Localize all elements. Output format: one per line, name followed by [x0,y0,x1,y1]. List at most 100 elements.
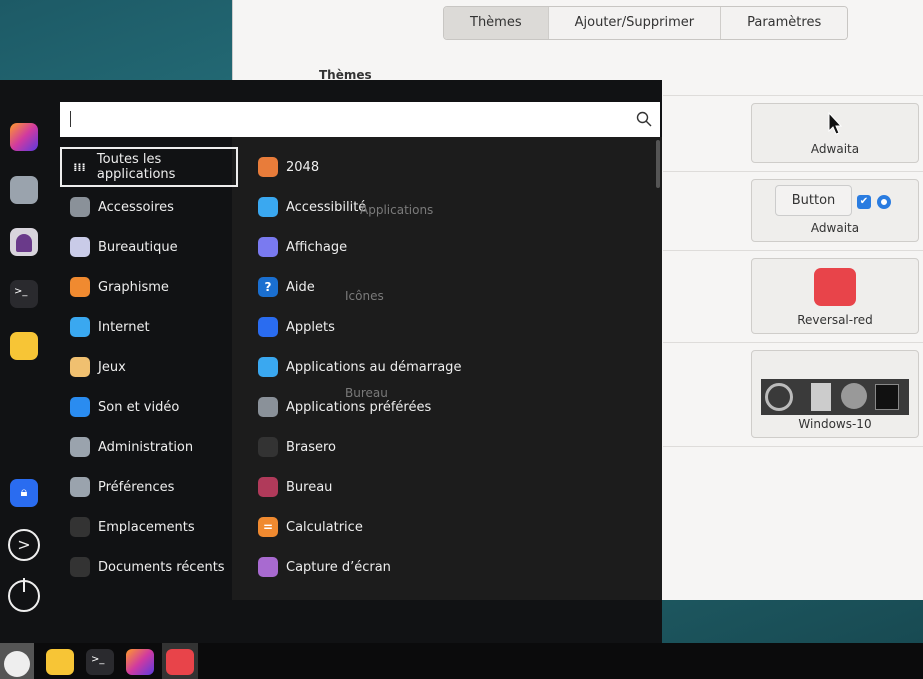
mouse-pointer-theme-card[interactable]: Adwaita [751,103,919,163]
sample-button: Button [775,185,852,216]
desktop-preview-icon [761,379,909,415]
category-item[interactable]: Administration [60,427,238,467]
app-label: Calculatrice [286,519,363,535]
category-icon [70,237,90,257]
app-label: Applets [286,319,335,335]
icons-theme-card[interactable]: Reversal-red [751,258,919,334]
app-item[interactable]: Brasero [258,427,336,467]
card-label: Adwaita [810,221,860,235]
category-item[interactable]: Graphisme [60,267,238,307]
row-label-applications: Applications [360,203,434,217]
category-label: Jeux [98,359,126,375]
category-label: Bureautique [98,239,178,255]
category-item[interactable]: ⁞⁞⁞ Toutes les applications [60,147,238,187]
app-icon [258,317,278,337]
power-icon[interactable] [8,578,40,612]
category-item[interactable]: Documents récents [60,547,238,587]
app-item[interactable]: Affichage [258,227,347,267]
card-label: Adwaita [810,142,860,156]
taskbar-files[interactable] [46,649,74,675]
taskbar-firefox[interactable] [126,649,154,675]
checkbox-icon: ✔ [857,195,871,209]
card-label: Windows-10 [798,417,872,431]
lock-icon[interactable]: 🔒︎ [10,479,38,507]
category-item[interactable]: Jeux [60,347,238,387]
search-icon[interactable] [636,111,652,127]
category-item[interactable]: Son et vidéo [60,387,238,427]
app-label: Bureau [286,479,333,495]
app-item[interactable]: Capture d’écran [258,547,391,587]
category-item[interactable]: Préférences [60,467,238,507]
category-icon [70,397,90,417]
category-label: Graphisme [98,279,169,295]
category-item[interactable]: Emplacements [60,507,238,547]
app-icon [258,557,278,577]
app-icon [258,357,278,377]
favorite-terminal[interactable]: >_ [10,280,38,308]
app-label: Capture d’écran [286,559,391,575]
app-item[interactable]: Bureau [258,467,332,507]
app-icon [258,197,278,217]
category-label: Préférences [98,479,175,495]
favorite-system-settings[interactable] [10,176,38,204]
category-label: Accessoires [98,199,174,215]
category-icon [70,277,90,297]
app-icon [258,157,278,177]
tab-add-remove[interactable]: Ajouter/Supprimer [548,7,722,39]
favorite-files[interactable] [10,332,38,360]
favorite-pidgin[interactable] [10,228,38,256]
category-label: Internet [98,319,150,335]
cursor-icon [828,111,843,135]
app-label: Applications préférées [286,399,432,415]
category-label: Administration [98,439,194,455]
app-icon [258,397,278,417]
logout-icon[interactable]: > [8,529,40,561]
scrollbar[interactable] [656,140,660,188]
taskbar: >_ [0,643,923,679]
category-icon [70,317,90,337]
app-label: Applications au démarrage [286,359,462,375]
search-input[interactable] [60,102,660,137]
card-label: Reversal-red [797,313,873,327]
app-item[interactable]: ? Aide [258,267,315,307]
app-item[interactable]: Applets [258,307,335,347]
category-icon [70,437,90,457]
app-label: Aide [286,279,315,295]
category-label: Documents récents [98,559,225,575]
app-label: Brasero [286,439,337,455]
favorite-firefox[interactable] [10,123,38,151]
menu-button[interactable] [0,643,34,679]
app-icon [258,237,278,257]
category-item[interactable]: Bureautique [60,227,238,267]
app-label: Accessibilité [286,199,367,215]
row-label-icons: Icônes [345,289,384,303]
category-label: Emplacements [98,519,195,535]
tab-bar: Thèmes Ajouter/Supprimer Paramètres [443,6,849,40]
applications-theme-card[interactable]: Button ✔ Adwaita [751,179,919,242]
category-icon [70,517,90,537]
category-item[interactable]: Internet [60,307,238,347]
application-menu: >_ 🔒︎ > ⁞⁞⁞ Toutes les applications Access… [0,80,662,643]
app-label: 2048 [286,159,320,175]
app-icon: ? [258,277,278,297]
radio-icon [877,195,891,209]
folder-icon [814,268,856,306]
app-item[interactable]: Applications au démarrage [258,347,461,387]
app-icon [258,437,278,457]
category-icon [70,477,90,497]
taskbar-app-red[interactable] [162,643,198,679]
tab-settings[interactable]: Paramètres [721,7,848,39]
category-icon [70,357,90,377]
category-item[interactable]: Accessoires [60,187,238,227]
app-item[interactable]: 2048 [258,147,319,187]
row-label-desktop: Bureau [345,386,388,400]
app-item[interactable]: = Calculatrice [258,507,363,547]
taskbar-terminal[interactable]: >_ [86,649,114,675]
desktop-theme-card[interactable]: Windows-10 [751,350,919,438]
tab-themes[interactable]: Thèmes [444,7,549,39]
app-item[interactable]: Accessibilité [258,187,366,227]
category-label: Son et vidéo [98,399,180,415]
category-label: Toutes les applications [96,152,176,182]
app-icon: = [258,517,278,537]
grid-icon: ⁞⁞⁞ [73,160,86,174]
